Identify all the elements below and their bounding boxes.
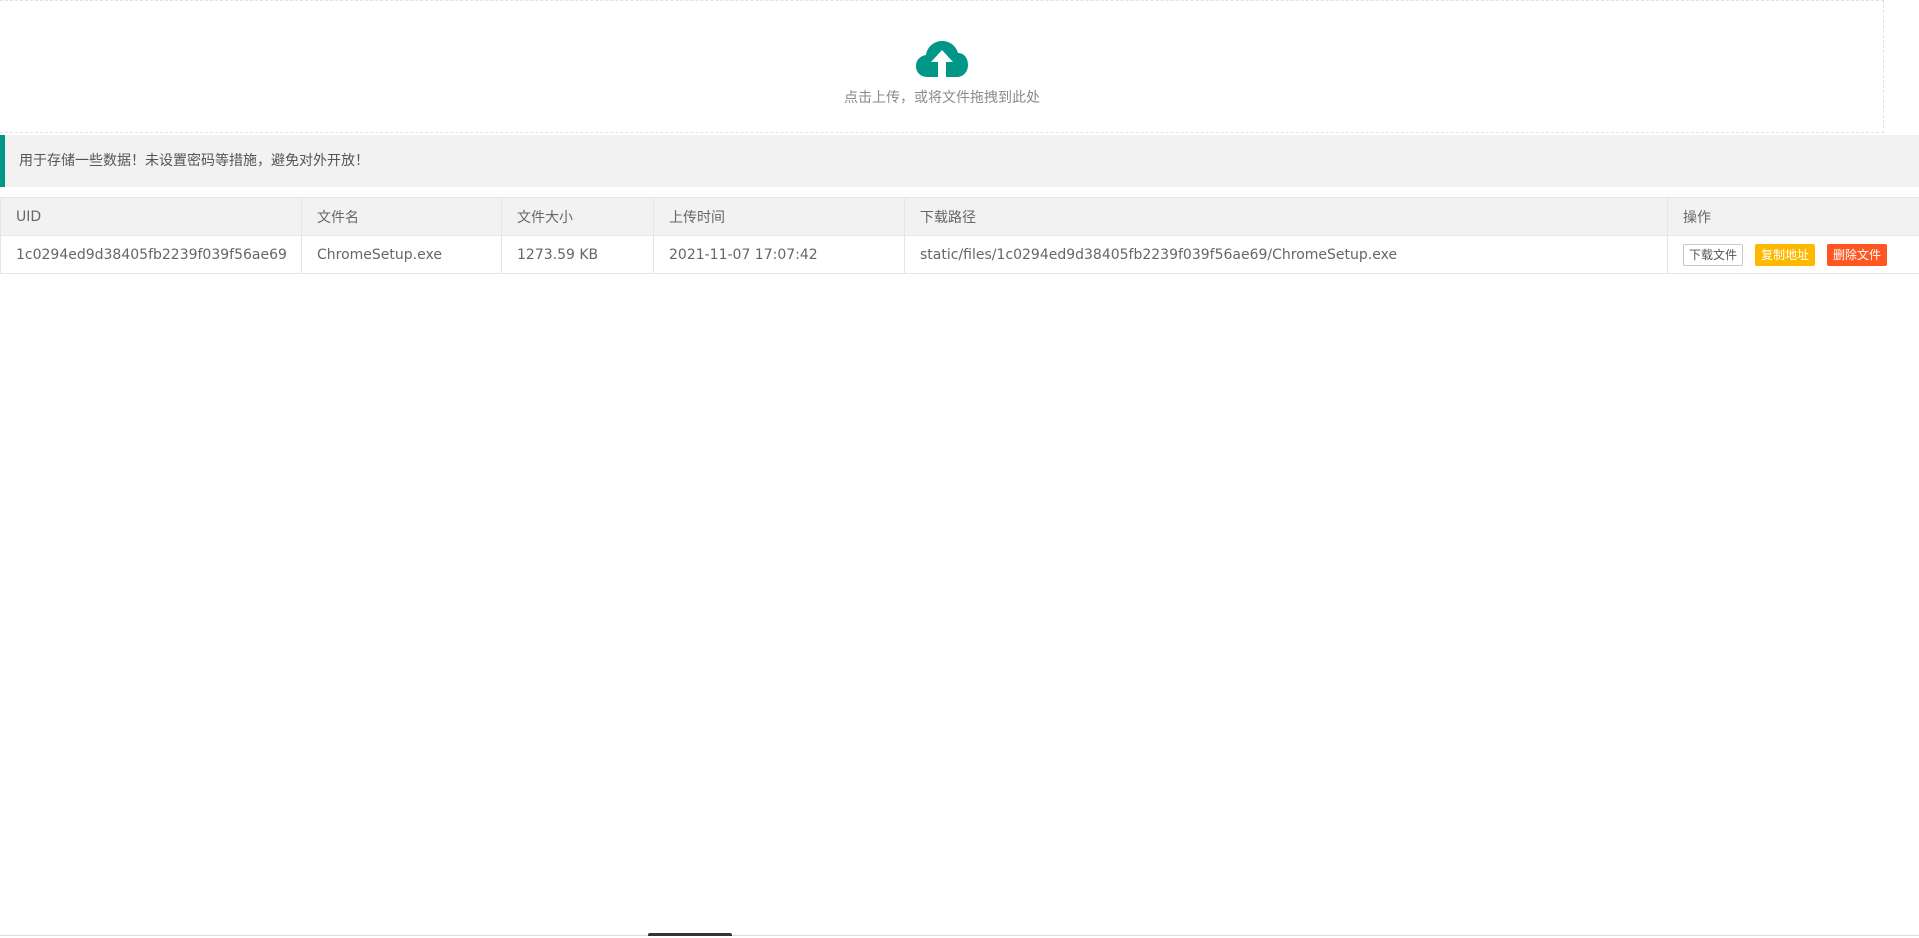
notice-banner: 用于存储一些数据！未设置密码等措施，避免对外开放！: [0, 135, 1919, 187]
column-header-uid: UID: [0, 197, 302, 236]
file-table: UID 文件名 文件大小 上传时间 下载路径 操作 1c0294ed9d3840…: [0, 197, 1919, 274]
table-header-row: UID 文件名 文件大小 上传时间 下载路径 操作: [0, 197, 1919, 236]
column-header-download-path: 下载路径: [904, 197, 1668, 236]
cell-upload-time: 2021-11-07 17:07:42: [653, 235, 905, 274]
cell-actions: 下载文件 复制地址 删除文件: [1667, 235, 1919, 274]
cloud-upload-icon: [916, 41, 968, 77]
bottom-scroll-handle: [648, 933, 732, 936]
cell-uid: 1c0294ed9d38405fb2239f039f56ae69: [0, 235, 302, 274]
column-header-size: 文件大小: [501, 197, 654, 236]
column-header-actions: 操作: [1667, 197, 1919, 236]
cell-size: 1273.59 KB: [501, 235, 654, 274]
cell-filename: ChromeSetup.exe: [301, 235, 502, 274]
column-header-upload-time: 上传时间: [653, 197, 905, 236]
upload-hint: 点击上传，或将文件拖拽到此处: [844, 90, 1040, 106]
upload-dropzone[interactable]: 点击上传，或将文件拖拽到此处: [0, 0, 1884, 133]
column-header-filename: 文件名: [301, 197, 502, 236]
delete-file-button[interactable]: 删除文件: [1827, 243, 1888, 266]
bottom-divider: [0, 935, 1919, 936]
cell-download-path: static/files/1c0294ed9d38405fb2239f039f5…: [904, 235, 1668, 274]
download-file-button[interactable]: 下载文件: [1683, 243, 1744, 266]
table-row: 1c0294ed9d38405fb2239f039f56ae69 ChromeS…: [0, 235, 1919, 274]
copy-address-button[interactable]: 复制地址: [1755, 243, 1816, 266]
